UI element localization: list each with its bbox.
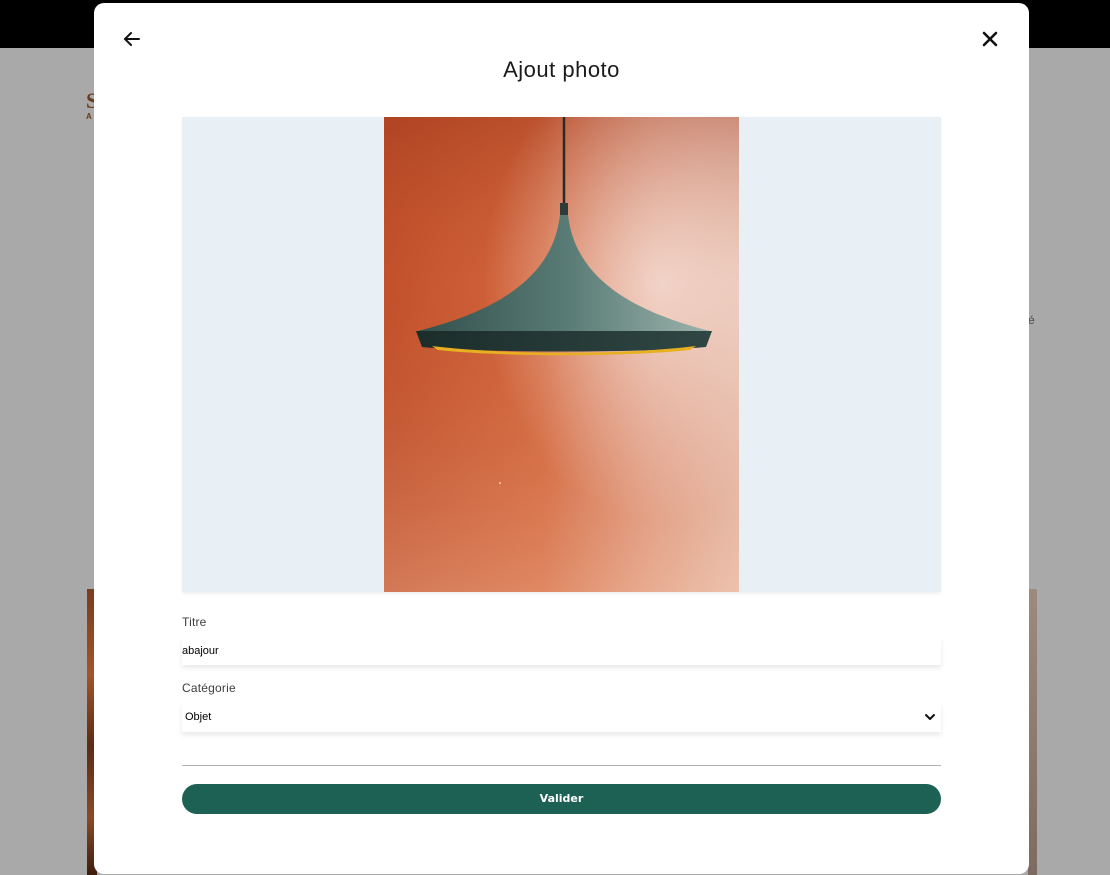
background-gallery-image-right	[1028, 589, 1037, 875]
background-logo-subtitle: A	[86, 112, 92, 121]
close-button[interactable]	[980, 29, 1000, 49]
submit-button[interactable]: Valider	[182, 784, 941, 814]
photo-preview-area	[182, 117, 941, 592]
back-button[interactable]	[122, 29, 142, 49]
form-divider	[182, 765, 941, 766]
title-label: Titre	[182, 615, 207, 629]
photo-preview-image	[384, 117, 739, 592]
background-text-fragment: é	[1028, 313, 1035, 327]
arrow-left-icon	[124, 32, 140, 46]
category-selected-value: Objet	[185, 711, 212, 723]
title-input[interactable]	[182, 637, 941, 665]
chevron-down-icon	[925, 714, 935, 720]
modal-title: Ajout photo	[503, 57, 620, 82]
add-photo-modal: Ajout photo Titre abajour Catégorie Obje…	[94, 3, 1029, 874]
category-label: Catégorie	[182, 681, 236, 695]
close-icon	[982, 31, 998, 47]
category-select[interactable]: Objet	[182, 703, 941, 732]
